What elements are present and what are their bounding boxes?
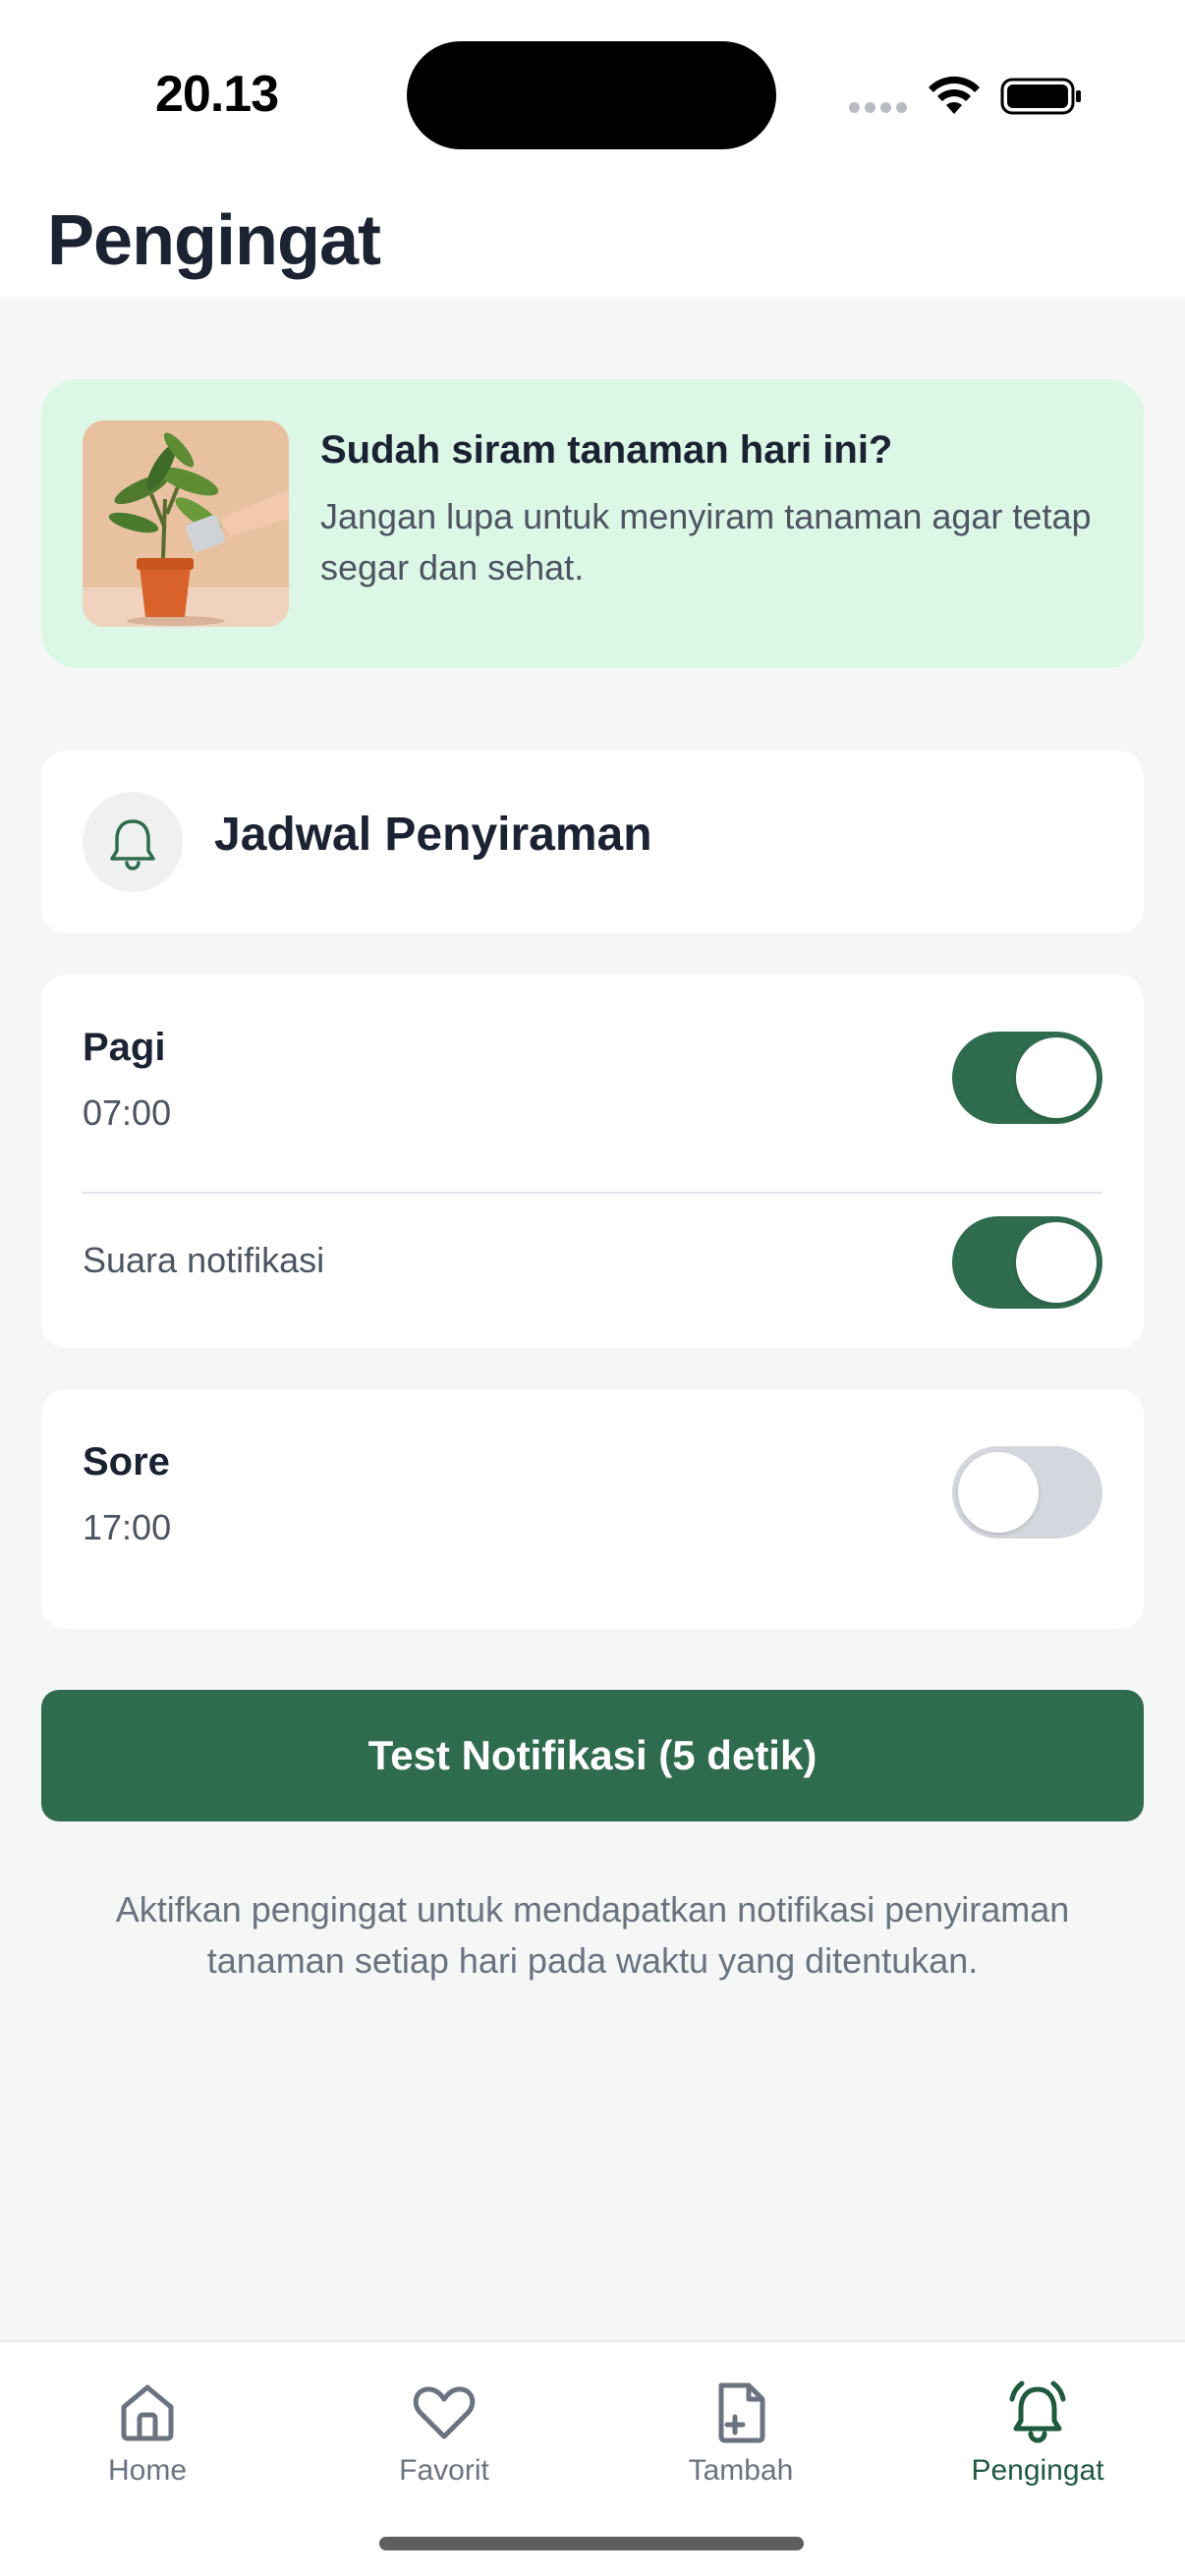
wifi-icon — [929, 76, 980, 114]
tab-favorit[interactable]: Favorit — [326, 2376, 562, 2503]
pagi-enable-toggle[interactable] — [952, 1032, 1102, 1124]
battery-full-icon — [1000, 78, 1081, 115]
add-file-icon — [718, 2382, 765, 2443]
notification-sound-label: Suara notifikasi — [83, 1240, 325, 1280]
tab-label: Home — [107, 2454, 188, 2487]
divider — [83, 1192, 1102, 1194]
toggle-knob — [1016, 1222, 1097, 1303]
bell-icon-badge — [83, 792, 183, 892]
banner-title: Sudah siram tanaman hari ini? — [320, 428, 893, 472]
page-title: Pengingat — [47, 201, 381, 280]
tab-tambah[interactable]: Tambah — [623, 2376, 859, 2503]
tab-pengingat[interactable]: Pengingat — [920, 2376, 1156, 2503]
reminder-screen: 20.13 Pengingat Sudah siram tanaman hari… — [0, 0, 1185, 2576]
schedule-label: Pagi — [83, 1026, 166, 1069]
sore-enable-toggle[interactable] — [952, 1446, 1102, 1539]
schedule-time: 17:00 — [83, 1507, 172, 1547]
dynamic-island — [407, 41, 776, 149]
home-indicator[interactable] — [379, 2537, 804, 2550]
tab-label: Favorit — [399, 2454, 489, 2487]
toggle-knob — [958, 1452, 1039, 1533]
reminder-info-text: Aktifkan pengingat untuk mendapatkan not… — [115, 1889, 1070, 1981]
test-notification-button[interactable]: Test Notifikasi (5 detik) — [41, 1690, 1144, 1821]
schedule-title: Jadwal Penyiraman — [214, 809, 652, 861]
notification-sound-toggle[interactable] — [952, 1216, 1102, 1309]
schedule-label: Sore — [83, 1440, 170, 1484]
tab-label: Tambah — [688, 2454, 794, 2487]
schedule-time: 07:00 — [83, 1092, 172, 1133]
toggle-knob — [1016, 1037, 1097, 1118]
heart-icon — [413, 2386, 476, 2439]
cellular-signal-icon — [849, 102, 908, 116]
bell-ringing-icon — [1009, 2380, 1066, 2443]
schedule-card-sore: Sore 17:00 — [41, 1389, 1144, 1629]
tab-label: Pengingat — [971, 2454, 1104, 2487]
tab-home[interactable]: Home — [29, 2376, 265, 2503]
status-time: 20.13 — [155, 66, 279, 123]
bell-icon — [110, 819, 155, 870]
watering-schedule-header: Jadwal Penyiraman — [41, 751, 1144, 933]
watering-plant-photo — [83, 420, 289, 627]
schedule-card-pagi: Pagi 07:00 Suara notifikasi — [41, 975, 1144, 1348]
home-icon — [121, 2384, 174, 2441]
watering-reminder-banner: Sudah siram tanaman hari ini? Jangan lup… — [41, 379, 1144, 668]
header-area: 20.13 Pengingat — [0, 0, 1185, 297]
banner-description: Jangan lupa untuk menyiram tanaman agar … — [320, 496, 1092, 588]
